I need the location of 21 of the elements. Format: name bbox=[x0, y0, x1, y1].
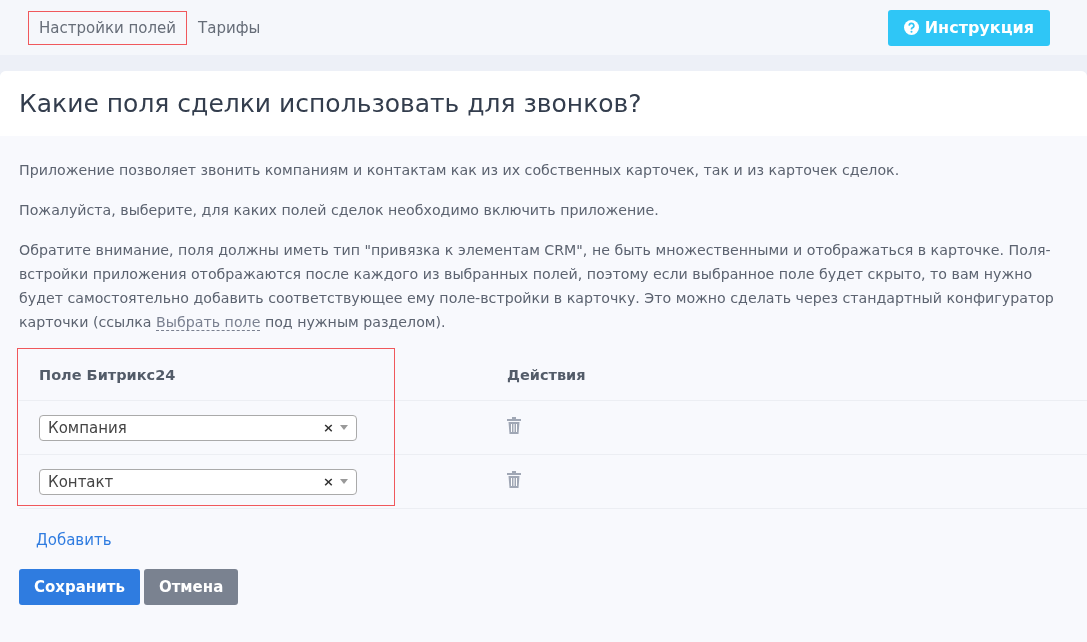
column-header: Поле Битрикс24 bbox=[38, 367, 177, 383]
caret-icon bbox=[340, 479, 348, 484]
tab[interactable]: Настройки полей bbox=[28, 10, 188, 45]
clear-button[interactable]: × bbox=[323, 420, 334, 435]
paragraph: Обратите внимание, поля должны иметь тип "привязка к элементам CRM", не быть множественными и отображаться в карточке. Поля-встройки приложения отображаются после каждого из выбранных полей, поэтому если выбранное поле будет скрыто, то вам нужно будет самостоятельно добавить соответствующее ему поле-встройки в карточку. Это можно сделать через стандартный конфигуратор карточки (ссылка Выбрать поле под нужным разделом). bbox=[19, 241, 1055, 333]
caret-icon bbox=[340, 425, 348, 430]
tab[interactable]: Тарифы bbox=[187, 10, 272, 45]
action-button[interactable]: Сохранить bbox=[19, 569, 140, 605]
link[interactable]: Выбрать поле bbox=[156, 314, 261, 331]
add-link[interactable]: Добавить bbox=[36, 531, 112, 549]
paragraph: Приложение позволяет звонить компаниям и контактам как из их собственных карточек, так и из карточек сделок. bbox=[19, 161, 901, 180]
select-field[interactable]: Контакт × bbox=[39, 468, 357, 495]
clear-button[interactable]: × bbox=[323, 474, 334, 489]
page-title: Какие поля сделки использовать для звонков? bbox=[19, 89, 642, 118]
trash-icon[interactable] bbox=[507, 471, 521, 488]
question-icon bbox=[903, 20, 919, 35]
trash-icon[interactable] bbox=[507, 417, 521, 434]
select-field[interactable]: Компания × bbox=[39, 414, 357, 441]
paragraph: Пожалуйста, выберите, для каких полей сделок необходимо включить приложение. bbox=[19, 201, 660, 220]
column-header: Действия bbox=[507, 367, 587, 383]
action-button[interactable]: Отмена bbox=[143, 569, 239, 605]
